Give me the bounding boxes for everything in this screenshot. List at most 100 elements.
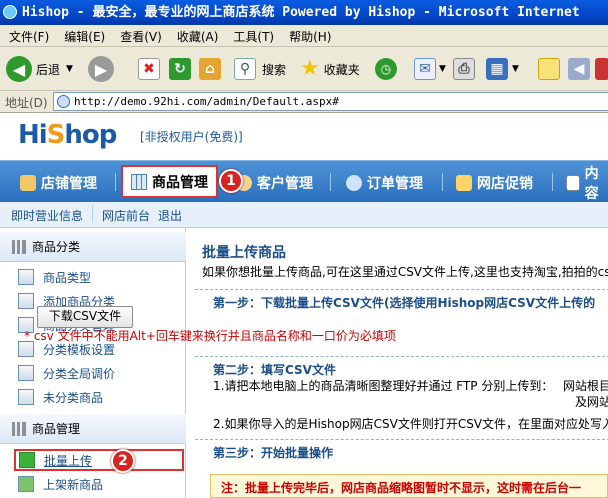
edit-button[interactable]: ▦ ▼ bbox=[486, 55, 519, 83]
discuss-button[interactable] bbox=[538, 55, 560, 83]
search-button[interactable]: ⚲ 搜索 bbox=[234, 55, 286, 83]
nav-separator bbox=[442, 173, 443, 191]
nav-customers[interactable]: 客户管理 bbox=[236, 169, 313, 196]
menu-edit[interactable]: 编辑(E) bbox=[55, 25, 111, 45]
window-title-bar: Hishop - 最安全，最专业的网上商店系统 Powered by Hisho… bbox=[0, 0, 608, 25]
nav-separator bbox=[115, 173, 116, 191]
grid-icon bbox=[12, 421, 26, 436]
nav-separator bbox=[552, 173, 553, 191]
nav-goods-label: 商品管理 bbox=[152, 174, 208, 191]
page-icon bbox=[57, 95, 70, 108]
star-icon: ★ bbox=[300, 56, 320, 81]
messenger-button[interactable]: ◀ bbox=[568, 55, 590, 83]
menu-help[interactable]: 帮助(H) bbox=[280, 25, 337, 45]
mail-icon: ✉ bbox=[414, 58, 436, 80]
instruction-line-1: 1.请把本地电脑上的商品清晰图整理好并通过 FTP 分别上传到： bbox=[213, 379, 554, 393]
messenger-icon: ◀ bbox=[568, 58, 590, 80]
uncategorized-icon bbox=[18, 389, 34, 405]
note-icon bbox=[538, 58, 560, 80]
research-button[interactable] bbox=[595, 55, 608, 83]
back-button[interactable]: ◀ 后退 ▼ bbox=[6, 55, 73, 83]
stop-icon: ✖ bbox=[138, 58, 160, 80]
download-csv-button[interactable]: 下载CSV文件 bbox=[37, 306, 133, 328]
nav-store[interactable]: 店铺管理 bbox=[20, 169, 97, 196]
print-button[interactable]: ⎙ bbox=[453, 55, 475, 83]
nav-content-label: 内容 bbox=[584, 165, 599, 202]
step-3-heading: 第三步：开始批量操作 bbox=[195, 439, 608, 461]
store-icon bbox=[20, 174, 36, 191]
history-button[interactable]: ◷ bbox=[375, 55, 397, 83]
refresh-icon: ↻ bbox=[169, 58, 191, 80]
menu-bar: 文件(F) 编辑(E) 查看(V) 收藏(A) 工具(T) 帮助(H) bbox=[0, 25, 608, 47]
sidebar-item-goods-type[interactable]: 商品类型 bbox=[0, 265, 186, 289]
page-title: 批量上传商品 bbox=[202, 245, 286, 261]
upload-arrow-icon bbox=[19, 452, 35, 468]
menu-tools[interactable]: 工具(T) bbox=[224, 25, 280, 45]
nav-goods[interactable]: 商品管理 bbox=[121, 165, 218, 198]
type-icon bbox=[18, 269, 34, 285]
sidebar-item-label: 上架新商品 bbox=[43, 477, 104, 492]
nav-content[interactable]: 内容 bbox=[566, 166, 608, 202]
sidebar-item-label: 批量上传 bbox=[44, 453, 93, 468]
nav-separator bbox=[330, 173, 331, 191]
stop-button[interactable]: ✖ bbox=[138, 55, 160, 83]
back-arrow-icon: ◀ bbox=[6, 56, 32, 82]
sidebar-item-price-adjust[interactable]: 分类全局调价 bbox=[0, 361, 186, 385]
sidebar-item-uncategorized[interactable]: 未分类商品 bbox=[0, 385, 186, 409]
step-1-heading: 第一步：下载批量上传CSV文件(选择使用Hishop网店CSV文件上传的 bbox=[195, 289, 608, 311]
sidebar: 商品分类 商品类型 添加商品分类 商品分类管理 分类模板设置 分类全局调价 未分… bbox=[0, 228, 186, 498]
callout-badge-2: 2 bbox=[111, 449, 135, 473]
address-url: http://demo.92hi.com/admin/Default.aspx# bbox=[74, 95, 339, 108]
nav-promo[interactable]: 网店促销 bbox=[456, 169, 533, 196]
home-button[interactable]: ⌂ bbox=[199, 55, 221, 83]
sub-bar: 即时营业信息 网店前台 退出 bbox=[0, 202, 608, 228]
favorites-button[interactable]: ★ 收藏夹 bbox=[300, 55, 360, 83]
address-bar: 地址(D) http://demo.92hi.com/admin/Default… bbox=[0, 91, 608, 113]
sidebar-item-label: 商品类型 bbox=[43, 270, 92, 285]
forward-arrow-icon: ▶ bbox=[88, 56, 114, 82]
home-icon: ⌂ bbox=[199, 58, 221, 80]
hishop-logo: HiShop bbox=[18, 120, 117, 150]
promo-icon bbox=[456, 174, 472, 191]
research-icon bbox=[595, 58, 608, 80]
goods-icon bbox=[131, 173, 147, 190]
chevron-down-icon: ▼ bbox=[66, 64, 73, 74]
print-icon: ⎙ bbox=[453, 58, 475, 80]
main-content: 批量上传商品 如果你想批量上传商品,可在这里通过CSV文件上传,这里也支持淘宝,… bbox=[187, 228, 608, 498]
search-icon: ⚲ bbox=[234, 58, 256, 80]
chevron-down-icon: ▼ bbox=[439, 64, 446, 74]
nav-orders[interactable]: 订单管理 bbox=[346, 169, 423, 196]
ie-icon bbox=[3, 5, 17, 19]
sidebar-item-batch-upload[interactable]: 批量上传 bbox=[14, 449, 184, 471]
page-description: 如果你想批量上传商品,可在这里通过CSV文件上传,这里也支持淘宝,拍拍的csv bbox=[202, 265, 608, 279]
order-icon bbox=[346, 174, 362, 191]
browser-toolbar: ◀ 后退 ▼ ▶ ✖ ↻ ⌂ ⚲ 搜索 ★ 收藏夹 ◷ ✉ ▼ ⎙ ▦ ▼ ◀ bbox=[0, 47, 608, 91]
menu-view[interactable]: 查看(V) bbox=[111, 25, 168, 45]
instant-business-link[interactable]: 即时营业信息 bbox=[11, 207, 83, 224]
user-status: [非授权用户(免费)] bbox=[140, 130, 243, 144]
add-icon bbox=[18, 293, 34, 309]
search-label: 搜索 bbox=[262, 62, 287, 77]
callout-badge-1: 1 bbox=[219, 169, 243, 193]
mail-button[interactable]: ✉ ▼ bbox=[414, 55, 446, 83]
nav-customers-label: 客户管理 bbox=[257, 175, 313, 192]
content-icon bbox=[566, 174, 580, 191]
edit-icon: ▦ bbox=[486, 58, 508, 80]
address-label: 地址(D) bbox=[5, 96, 48, 110]
sidebar-section-category: 商品分类 bbox=[0, 232, 186, 262]
refresh-button[interactable]: ↻ bbox=[169, 55, 191, 83]
address-input[interactable]: http://demo.92hi.com/admin/Default.aspx# bbox=[53, 92, 608, 111]
instruction-line-1-target: 网站根目 bbox=[563, 379, 608, 393]
instruction-line-1-target-2: 及网站根 bbox=[575, 395, 608, 409]
forward-button[interactable]: ▶ bbox=[88, 55, 114, 83]
menu-favorites[interactable]: 收藏(A) bbox=[168, 25, 225, 45]
sidebar-section-label: 商品分类 bbox=[32, 240, 81, 254]
logout-link[interactable]: 退出 bbox=[158, 207, 182, 224]
sidebar-item-new-goods[interactable]: 上架新商品 bbox=[0, 472, 186, 496]
storefront-link[interactable]: 网店前台 bbox=[102, 207, 150, 224]
divider bbox=[92, 205, 93, 223]
chevron-down-icon: ▼ bbox=[512, 64, 519, 74]
nav-promo-label: 网店促销 bbox=[477, 175, 533, 192]
menu-file[interactable]: 文件(F) bbox=[0, 25, 55, 45]
nav-store-label: 店铺管理 bbox=[41, 175, 97, 192]
